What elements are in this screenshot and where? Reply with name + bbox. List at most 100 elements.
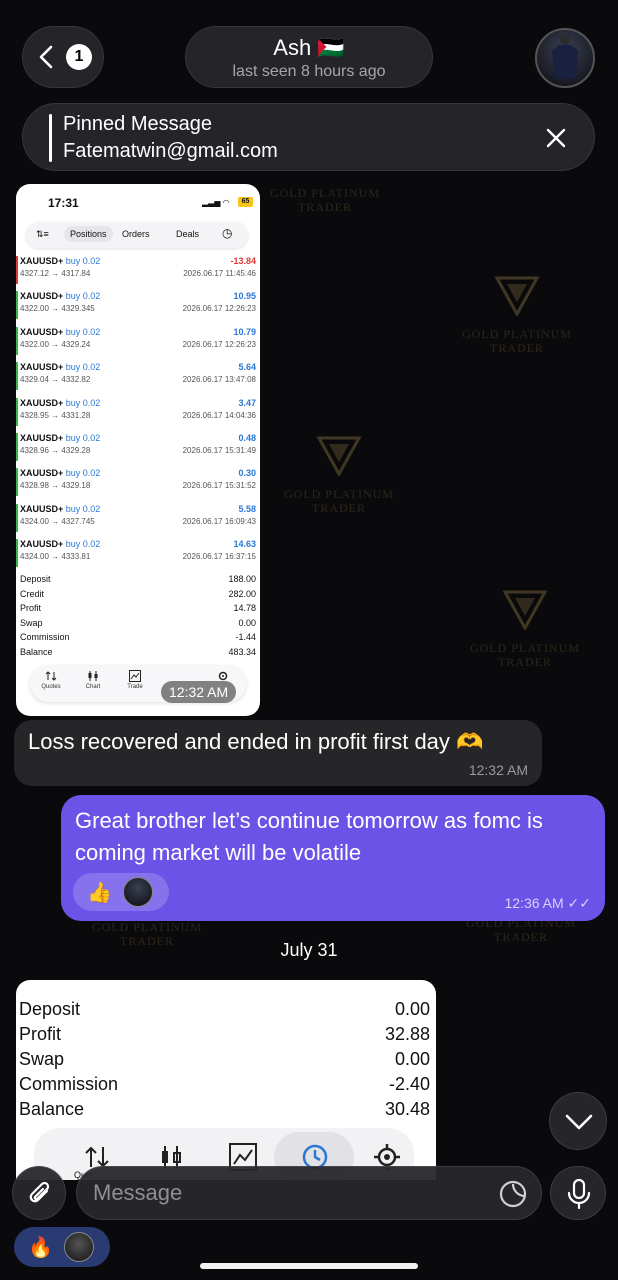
trade-prices: 4328.98 → 4329.18 [20,481,91,491]
avatar[interactable] [535,28,595,88]
chevron-down-icon [565,1114,593,1130]
watermark: GOLD PLATINUM TRADER [270,186,380,214]
tab-orders: Orders [122,229,150,239]
signal-icon: ▂▃▅ ◠ [202,198,230,207]
arrows-icon [45,671,57,681]
message-time: 12:36 AM ✓✓ [504,895,591,911]
trade-row: XAUUSD+ buy 0.02 4328.98 → 4329.18 0.30 202… [16,466,260,500]
trade-row: XAUUSD+ buy 0.02 4327.12 → 4317.84 -13.84 2… [16,254,260,288]
pinned-title: Pinned Message [63,113,212,135]
trend-icon [129,670,141,682]
trade-symbol: XAUUSD+ buy 0.02 [20,291,101,302]
trade-edge [16,433,18,461]
history-tabs: ⇅≡ Positions Orders Deals ◷ [26,222,248,248]
trade-symbol: XAUUSD+ buy 0.02 [20,503,101,514]
summary-row: Swap 0.00 [20,617,256,628]
thumbs-up-icon: 👍 [87,882,112,904]
trade-edge [16,503,18,532]
summary-row: Commission -1.44 [20,632,256,643]
trade-edge [16,397,18,426]
nav-quotes: Quotes [34,670,68,690]
trade-prices: 4329.04 → 4332.82 [20,375,91,385]
incoming-message[interactable]: Loss recovered and ended in profit first… [14,720,542,786]
back-button[interactable]: 1 [22,26,104,88]
trade-row: XAUUSD+ buy 0.02 4324.00 → 4327.745 5.58 20… [16,502,260,536]
trade-row: XAUUSD+ buy 0.02 4329.04 → 4332.82 5.64 202… [16,360,260,394]
watermark: GOLD PLATINUM TRADER [462,276,572,355]
microphone-icon [567,1178,591,1210]
watermark: GOLD PLATINUM TRADER [470,590,580,669]
trade-edge [16,256,18,284]
watermark: GOLD PLATINUM TRADER [284,436,394,515]
trade-row: XAUUSD+ buy 0.02 4322.00 → 4329.345 10.95 2… [16,289,260,323]
summary-row: Credit 282.00 [20,588,256,599]
scroll-down-button[interactable] [549,1092,607,1150]
trade-date: 2026.06.17 16:37:15 [182,552,256,562]
nav-chart: Chart [76,670,110,690]
trade-prices: 4324.00 → 4333.81 [20,552,91,562]
unread-count-badge: 1 [66,44,92,70]
reaction-chip[interactable]: 🔥 [14,1227,110,1267]
trade-symbol: XAUUSD+ buy 0.02 [20,433,101,443]
trade-pnl: 10.79 [233,326,256,337]
shirt-icon [551,35,579,79]
double-check-icon: ✓✓ [567,895,591,911]
summary-row: Balance 483.34 [20,647,256,657]
message-text: Loss recovered and ended in profit first… [28,729,484,754]
summary-row: Commission -2.40 [19,1074,430,1094]
trade-row: XAUUSD+ buy 0.02 4328.95 → 4331.28 3.47 202… [16,396,260,430]
summary-row: Deposit 0.00 [19,999,430,1019]
trade-row: XAUUSD+ buy 0.02 4328.96 → 4329.28 0.48 202… [16,431,260,465]
sticker-icon[interactable] [497,1178,529,1210]
trade-pnl: 5.58 [238,503,256,514]
summary-row: Profit 14.78 [20,603,256,614]
trade-pnl: 5.64 [238,362,256,373]
home-indicator [200,1263,418,1269]
attach-button[interactable] [12,1166,66,1220]
summary-row: Balance 30.48 [19,1099,430,1119]
battery-icon: 65 [238,197,253,207]
summary-row: Deposit 188.00 [20,574,256,584]
trade-pnl: 0.48 [238,433,256,443]
trade-pnl: 10.95 [233,291,256,302]
pinned-indicator [49,114,52,162]
candles-icon [88,671,98,681]
trade-symbol: XAUUSD+ buy 0.02 [20,468,101,479]
trade-date: 2026.06.17 15:31:52 [182,481,256,491]
outgoing-message[interactable]: Great brother let’s continue tomorrow as… [61,795,605,921]
trade-pnl: -13.84 [230,256,256,266]
trade-prices: 4322.00 → 4329.345 [20,304,95,314]
trade-edge [16,468,18,497]
message-input[interactable] [76,1166,542,1220]
close-icon[interactable] [544,126,568,150]
pinned-message[interactable]: Pinned Message Fatematwin@gmail.com [22,103,595,171]
pinned-text: Fatematwin@gmail.com [63,140,278,162]
trade-symbol: XAUUSD+ buy 0.02 [20,397,101,408]
chat-title[interactable]: Ash 🇵🇸 last seen 8 hours ago [185,26,433,88]
paperclip-icon [29,1181,50,1203]
trade-symbol: XAUUSD+ buy 0.02 [20,326,101,337]
trade-date: 2026.06.17 14:04:36 [182,410,256,420]
trade-prices: 4328.96 → 4329.28 [20,446,91,455]
trade-date: 2026.06.17 15:31:49 [182,446,256,455]
trade-date: 2026.06.17 13:47:08 [182,375,256,385]
trade-date: 2026.06.17 12:26:23 [182,304,256,314]
trade-symbol: XAUUSD+ buy 0.02 [20,539,101,550]
reaction-chip[interactable]: 👍 [73,873,169,911]
clock-icon: ◷ [222,226,233,240]
trade-date: 2026.06.17 11:45:46 [183,269,256,278]
trade-history-image[interactable]: 17:31 ▂▃▅ ◠ 65 ⇅≡ Positions Orders Deals… [16,184,260,716]
trade-edge [16,291,18,320]
trade-date: 2026.06.17 16:09:43 [182,516,256,526]
trade-prices: 4327.12 → 4317.84 [20,269,91,278]
trade-row: XAUUSD+ buy 0.02 4322.00 → 4329.24 10.79 20… [16,325,260,359]
trade-prices: 4328.95 → 4331.28 [20,410,91,420]
message-text: Great brother let’s continue tomorrow as… [75,808,543,865]
last-seen-status: last seen 8 hours ago [232,63,386,80]
status-time: 17:31 [48,196,79,210]
voice-record-button[interactable] [550,1166,606,1220]
contact-name: Ash 🇵🇸 [273,35,345,60]
filter-icon: ⇅≡ [36,229,49,239]
trade-pnl: 14.63 [233,539,256,550]
account-summary-image[interactable]: Deposit 0.00 Profit 32.88 Swap 0.00 Commission… [16,980,436,1180]
